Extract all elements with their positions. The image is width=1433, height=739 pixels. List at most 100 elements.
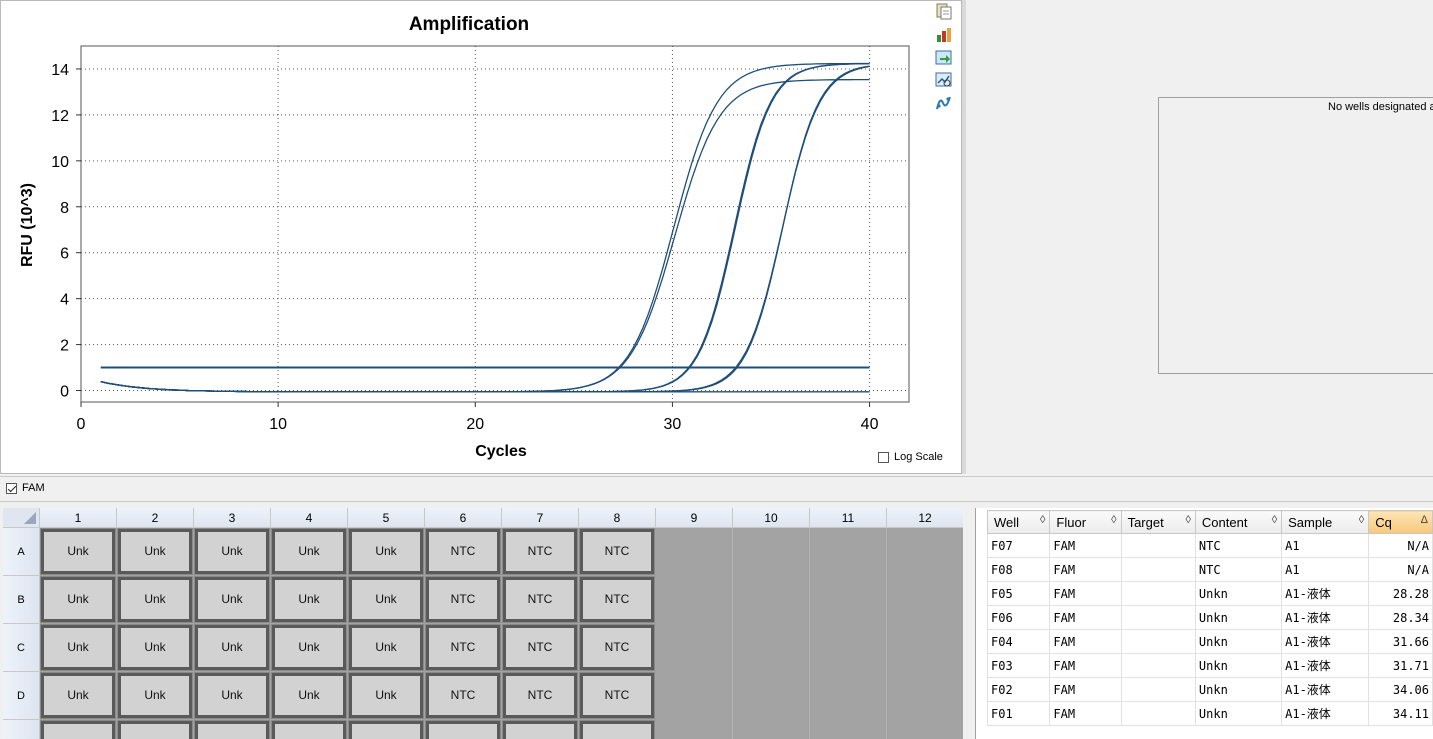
bottom-splitter[interactable] [964, 508, 974, 739]
plate-well[interactable] [733, 576, 810, 624]
plate-well[interactable]: Unk [117, 576, 194, 624]
plate-well[interactable]: Unk [40, 672, 117, 720]
plate-well[interactable]: NTC [502, 672, 579, 720]
column-header-content[interactable]: Content ◊ [1194, 510, 1283, 534]
plate-column-header[interactable]: 3 [194, 508, 271, 528]
copy-icon[interactable] [935, 2, 953, 20]
plate-well[interactable]: NTC [579, 528, 656, 576]
column-header-target[interactable]: Target ◊ [1120, 510, 1196, 534]
plate-well[interactable] [733, 528, 810, 576]
table-row[interactable]: F03 FAM Unkn A1-液体 31.71 [986, 653, 1433, 678]
plate-row-header[interactable]: C [3, 624, 40, 672]
plate-well[interactable] [656, 576, 733, 624]
plate-well[interactable] [733, 624, 810, 672]
plate-well[interactable] [887, 528, 963, 576]
plate-well[interactable] [810, 528, 887, 576]
plate-well[interactable] [887, 624, 963, 672]
plate-well[interactable] [117, 720, 194, 739]
plate-well[interactable]: NTC [579, 576, 656, 624]
plate-well[interactable]: Unk [271, 528, 348, 576]
plate-well[interactable]: Unk [348, 528, 425, 576]
plate-well[interactable]: Unk [271, 576, 348, 624]
column-header-sample[interactable]: Sample ◊ [1281, 510, 1370, 534]
sort-icon[interactable]: ◊ [1272, 514, 1277, 526]
plate-well[interactable]: Unk [194, 672, 271, 720]
log-scale-option[interactable]: Log Scale [878, 451, 943, 463]
plate-select-all[interactable] [3, 508, 40, 528]
plate-well[interactable] [656, 624, 733, 672]
plate-well[interactable]: Unk [271, 624, 348, 672]
plate-column-header[interactable]: 4 [271, 508, 348, 528]
plate-well[interactable]: NTC [502, 576, 579, 624]
plate-well[interactable] [810, 624, 887, 672]
column-header-cq[interactable]: Cq Δ [1368, 510, 1433, 534]
plate-well[interactable]: Unk [117, 528, 194, 576]
plate-well[interactable] [887, 720, 963, 739]
plate-column-header[interactable]: 11 [810, 508, 887, 528]
plate-column-header[interactable]: 7 [502, 508, 579, 528]
plate-well[interactable] [810, 672, 887, 720]
table-row[interactable]: F06 FAM Unkn A1-液体 28.34 [986, 605, 1433, 630]
plate-well[interactable] [194, 720, 271, 739]
plate-row-header[interactable]: D [3, 672, 40, 720]
plate-column-header[interactable]: 9 [656, 508, 733, 528]
column-header-well[interactable]: Well ◊ [986, 510, 1051, 534]
plate-well[interactable]: Unk [348, 624, 425, 672]
plate-column-header[interactable]: 2 [117, 508, 194, 528]
plate-well[interactable]: Unk [348, 672, 425, 720]
plate-well[interactable]: Unk [194, 624, 271, 672]
plate-well[interactable] [810, 720, 887, 739]
plate-well[interactable]: Unk [40, 624, 117, 672]
plate-well[interactable]: Unk [40, 528, 117, 576]
table-row[interactable]: F01 FAM Unkn A1-液体 34.11 [986, 701, 1433, 726]
plate-well[interactable]: Unk [40, 576, 117, 624]
chart-options-icon[interactable] [935, 71, 953, 89]
plate-well[interactable]: Unk [117, 624, 194, 672]
export-icon[interactable] [935, 25, 953, 43]
sort-icon[interactable]: ◊ [1359, 514, 1364, 526]
plate-well[interactable] [656, 528, 733, 576]
table-row[interactable]: F08 FAM NTC A1 N/A [986, 557, 1433, 582]
plate-well[interactable] [887, 576, 963, 624]
plate-column-header[interactable]: 1 [40, 508, 117, 528]
plate-well[interactable] [656, 720, 733, 739]
plate-well[interactable]: Unk [271, 672, 348, 720]
plate-well[interactable]: Unk [117, 672, 194, 720]
plate-well[interactable]: NTC [425, 624, 502, 672]
plate-well[interactable]: NTC [579, 672, 656, 720]
plate-well[interactable]: NTC [502, 528, 579, 576]
plate-well[interactable] [810, 576, 887, 624]
plate-column-header[interactable]: 12 [887, 508, 963, 528]
sort-icon[interactable]: ◊ [1111, 514, 1116, 526]
plate-well[interactable]: NTC [425, 672, 502, 720]
plate-column-header[interactable]: 8 [579, 508, 656, 528]
plate-well[interactable]: Unk [348, 576, 425, 624]
table-row[interactable]: F02 FAM Unkn A1-液体 34.06 [986, 677, 1433, 702]
plate-well[interactable] [40, 720, 117, 739]
plate-well[interactable] [348, 720, 425, 739]
fluor-option-fam[interactable]: FAM [6, 482, 45, 494]
fam-checkbox[interactable] [6, 482, 17, 494]
trace-style-icon[interactable] [935, 94, 953, 112]
plate-well[interactable] [502, 720, 579, 739]
table-row[interactable]: F05 FAM Unkn A1-液体 28.28 [986, 581, 1433, 606]
plate-well[interactable]: NTC [425, 528, 502, 576]
plate-well[interactable]: Unk [194, 576, 271, 624]
plate-well[interactable]: NTC [425, 576, 502, 624]
plate-well[interactable] [656, 672, 733, 720]
plate-column-header[interactable]: 5 [348, 508, 425, 528]
sort-icon[interactable]: Δ [1421, 514, 1428, 526]
plate-column-header[interactable]: 6 [425, 508, 502, 528]
plate-well[interactable]: NTC [502, 624, 579, 672]
table-row[interactable]: F04 FAM Unkn A1-液体 31.66 [986, 629, 1433, 654]
plate-well[interactable] [271, 720, 348, 739]
plate-well[interactable] [425, 720, 502, 739]
plate-column-header[interactable]: 10 [733, 508, 810, 528]
plate-row-header[interactable]: B [3, 576, 40, 624]
plate-well[interactable] [579, 720, 656, 739]
sort-icon[interactable]: ◊ [1040, 514, 1045, 526]
plate-well[interactable] [733, 720, 810, 739]
plate-row-header[interactable] [3, 720, 40, 739]
table-row[interactable]: F07 FAM NTC A1 N/A [986, 533, 1433, 558]
plate-row-header[interactable]: A [3, 528, 40, 576]
